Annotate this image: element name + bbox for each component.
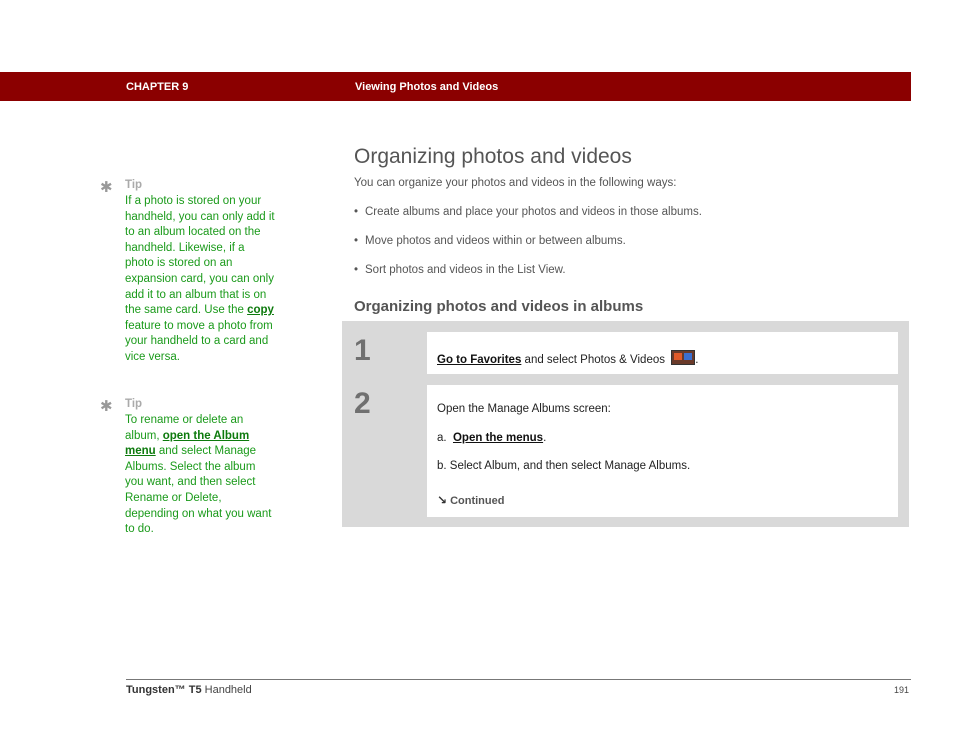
tip-label: Tip (125, 179, 143, 191)
tip-asterisk-icon: ✱ (100, 398, 113, 415)
substep-a: a. Open the menus. (437, 432, 547, 444)
steps-panel: 1 Go to Favorites and select Photos & Vi… (342, 321, 909, 527)
step-lead-text: Open the Manage Albums screen: (437, 403, 611, 415)
substep-b: b. Select Album, and then select Manage … (437, 460, 691, 472)
intro-text: You can organize your photos and videos … (354, 177, 677, 189)
page-number: 191 (893, 685, 909, 695)
page-title: Organizing photos and videos (354, 145, 632, 168)
step-card: Go to Favorites and select Photos & Vide… (427, 332, 898, 374)
chapter-label: CHAPTER 9 (126, 81, 189, 93)
continued-link[interactable]: ↘ Continued (437, 493, 504, 507)
section-subheading: Organizing photos and videos in albums (354, 298, 644, 315)
tip-asterisk-icon: ✱ (100, 179, 113, 196)
footer-product: Tungsten™ T5 Handheld (126, 684, 252, 696)
footer-divider (126, 679, 911, 680)
bullet-icon: • (354, 235, 359, 247)
tip-label: Tip (125, 398, 143, 410)
photos-videos-icon (671, 350, 696, 365)
tip-text: If a photo is stored on your handheld, y… (125, 195, 275, 363)
bullet-icon: • (354, 264, 359, 276)
chapter-title: Viewing Photos and Videos (355, 81, 499, 93)
step-number: 2 (354, 387, 371, 420)
bullet-icon: • (354, 206, 359, 218)
list-item: • Sort photos and videos in the List View… (354, 264, 566, 276)
continued-arrow-icon: ↘ (437, 493, 448, 507)
step-number: 1 (354, 334, 371, 367)
chapter-header-bar: CHAPTER 9 Viewing Photos and Videos (0, 72, 911, 101)
step-card: Open the Manage Albums screen: a. Open t… (427, 385, 898, 517)
go-to-favorites-link[interactable]: Go to Favorites (437, 354, 521, 366)
list-item: • Create albums and place your photos and… (354, 206, 702, 218)
open-the-menus-link[interactable]: Open the menus (453, 432, 543, 444)
copy-link[interactable]: copy (247, 304, 274, 316)
tip-text: To rename or delete an album, open the A… (125, 414, 272, 536)
list-item: • Move photos and videos within or betwee… (354, 235, 626, 247)
